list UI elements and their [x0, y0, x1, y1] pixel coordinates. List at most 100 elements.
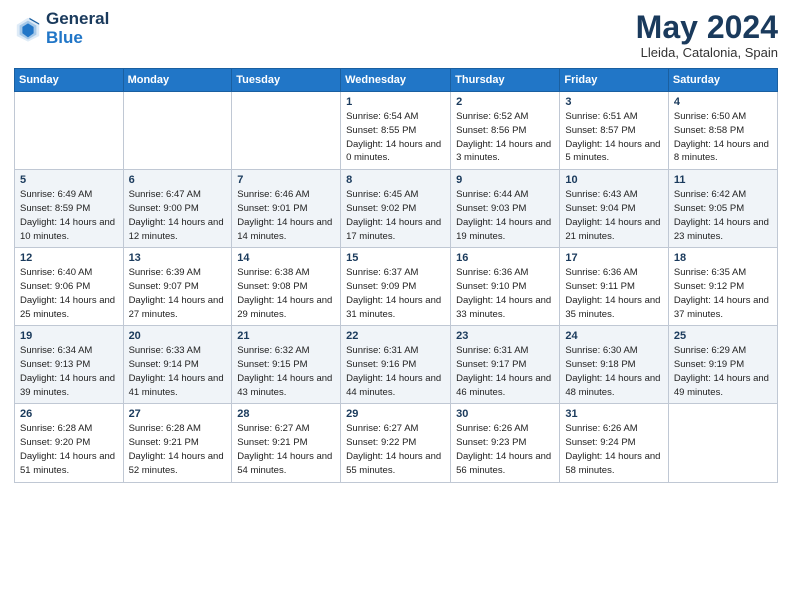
day-info: Sunrise: 6:35 AMSunset: 9:12 PMDaylight:… — [674, 266, 772, 321]
day-number: 20 — [129, 330, 227, 342]
calendar-cell: 8Sunrise: 6:45 AMSunset: 9:02 PMDaylight… — [341, 170, 451, 248]
day-header-friday: Friday — [560, 69, 669, 92]
calendar-cell: 22 Sunrise: 6:31 AMSunset: 9:16 PMDayligh… — [341, 326, 451, 404]
day-info: Sunrise: 6:46 AMSunset: 9:01 PMDaylight:… — [237, 188, 335, 243]
day-info: Sunrise: 6:27 AMSunset: 9:22 PMDaylight:… — [346, 422, 445, 477]
calendar-cell: 25Sunrise: 6:29 AMSunset: 9:19 PMDayligh… — [668, 326, 777, 404]
day-number: 16 — [456, 252, 554, 264]
day-number: 31 — [565, 408, 663, 420]
day-info: Sunrise: 6:54 AMSunset: 8:55 PMDaylight:… — [346, 110, 445, 165]
logo-icon — [14, 15, 42, 43]
day-info: Sunrise: 6:36 AMSunset: 9:10 PMDaylight:… — [456, 266, 554, 321]
calendar-week-row: 5 Sunrise: 6:49 AMSunset: 8:59 PMDaylight… — [15, 170, 778, 248]
day-info: Sunrise: 6:29 AMSunset: 9:19 PMDaylight:… — [674, 344, 772, 399]
day-info: Sunrise: 6:38 AMSunset: 9:08 PMDaylight:… — [237, 266, 335, 321]
day-number: 5 — [20, 174, 118, 186]
day-info: Sunrise: 6:31 AMSunset: 9:16 PMDaylight:… — [346, 344, 445, 399]
day-number: 8 — [346, 174, 445, 186]
day-number: 14 — [237, 252, 335, 264]
day-header-saturday: Saturday — [668, 69, 777, 92]
location: Lleida, Catalonia, Spain — [636, 45, 778, 60]
day-info: Sunrise: 6:49 AMSunset: 8:59 PMDaylight:… — [20, 188, 118, 243]
day-number: 6 — [129, 174, 227, 186]
calendar-cell — [668, 404, 777, 482]
day-info: Sunrise: 6:28 AMSunset: 9:20 PMDaylight:… — [20, 422, 118, 477]
day-info: Sunrise: 6:27 AMSunset: 9:21 PMDaylight:… — [237, 422, 335, 477]
day-header-tuesday: Tuesday — [232, 69, 341, 92]
day-info: Sunrise: 6:47 AMSunset: 9:00 PMDaylight:… — [129, 188, 227, 243]
day-number: 26 — [20, 408, 118, 420]
day-header-wednesday: Wednesday — [341, 69, 451, 92]
day-number: 3 — [565, 96, 663, 108]
day-number: 22 — [346, 330, 445, 342]
day-info: Sunrise: 6:42 AMSunset: 9:05 PMDaylight:… — [674, 188, 772, 243]
calendar-cell: 19Sunrise: 6:34 AMSunset: 9:13 PMDayligh… — [15, 326, 124, 404]
day-info: Sunrise: 6:43 AMSunset: 9:04 PMDaylight:… — [565, 188, 663, 243]
calendar-cell: 15 Sunrise: 6:37 AMSunset: 9:09 PMDayligh… — [341, 248, 451, 326]
day-info: Sunrise: 6:32 AMSunset: 9:15 PMDaylight:… — [237, 344, 335, 399]
day-info: Sunrise: 6:30 AMSunset: 9:18 PMDaylight:… — [565, 344, 663, 399]
month-title: May 2024 — [636, 10, 778, 45]
day-number: 1 — [346, 96, 445, 108]
day-number: 23 — [456, 330, 554, 342]
calendar-cell: 30 Sunrise: 6:26 AMSunset: 9:23 PMDayligh… — [451, 404, 560, 482]
calendar-cell: 13Sunrise: 6:39 AMSunset: 9:07 PMDayligh… — [123, 248, 232, 326]
calendar-cell — [15, 92, 124, 170]
title-area: May 2024 Lleida, Catalonia, Spain — [636, 10, 778, 60]
day-info: Sunrise: 6:31 AMSunset: 9:17 PMDaylight:… — [456, 344, 554, 399]
calendar-table: SundayMondayTuesdayWednesdayThursdayFrid… — [14, 68, 778, 482]
calendar-cell — [232, 92, 341, 170]
calendar-cell: 29 Sunrise: 6:27 AMSunset: 9:22 PMDayligh… — [341, 404, 451, 482]
calendar-week-row: 1 Sunrise: 6:54 AMSunset: 8:55 PMDaylight… — [15, 92, 778, 170]
day-info: Sunrise: 6:26 AMSunset: 9:23 PMDaylight:… — [456, 422, 554, 477]
day-number: 15 — [346, 252, 445, 264]
day-info: Sunrise: 6:51 AMSunset: 8:57 PMDaylight:… — [565, 110, 663, 165]
day-number: 7 — [237, 174, 335, 186]
calendar-cell: 21 Sunrise: 6:32 AMSunset: 9:15 PMDayligh… — [232, 326, 341, 404]
day-number: 11 — [674, 174, 772, 186]
day-info: Sunrise: 6:40 AMSunset: 9:06 PMDaylight:… — [20, 266, 118, 321]
day-number: 27 — [129, 408, 227, 420]
day-number: 4 — [674, 96, 772, 108]
calendar-week-row: 19Sunrise: 6:34 AMSunset: 9:13 PMDayligh… — [15, 326, 778, 404]
day-info: Sunrise: 6:34 AMSunset: 9:13 PMDaylight:… — [20, 344, 118, 399]
day-info: Sunrise: 6:39 AMSunset: 9:07 PMDaylight:… — [129, 266, 227, 321]
calendar-cell: 17Sunrise: 6:36 AMSunset: 9:11 PMDayligh… — [560, 248, 669, 326]
day-number: 18 — [674, 252, 772, 264]
calendar-cell: 24Sunrise: 6:30 AMSunset: 9:18 PMDayligh… — [560, 326, 669, 404]
day-number: 30 — [456, 408, 554, 420]
day-info: Sunrise: 6:37 AMSunset: 9:09 PMDaylight:… — [346, 266, 445, 321]
calendar-cell: 18 Sunrise: 6:35 AMSunset: 9:12 PMDayligh… — [668, 248, 777, 326]
calendar-week-row: 26 Sunrise: 6:28 AMSunset: 9:20 PMDayligh… — [15, 404, 778, 482]
calendar-cell: 14 Sunrise: 6:38 AMSunset: 9:08 PMDayligh… — [232, 248, 341, 326]
calendar-cell: 20 Sunrise: 6:33 AMSunset: 9:14 PMDayligh… — [123, 326, 232, 404]
calendar-cell: 31 Sunrise: 6:26 AMSunset: 9:24 PMDayligh… — [560, 404, 669, 482]
day-info: Sunrise: 6:33 AMSunset: 9:14 PMDaylight:… — [129, 344, 227, 399]
calendar-cell: 4 Sunrise: 6:50 AMSunset: 8:58 PMDaylight… — [668, 92, 777, 170]
day-number: 10 — [565, 174, 663, 186]
logo-text: General Blue — [46, 10, 109, 47]
calendar-cell: 7 Sunrise: 6:46 AMSunset: 9:01 PMDaylight… — [232, 170, 341, 248]
day-info: Sunrise: 6:26 AMSunset: 9:24 PMDaylight:… — [565, 422, 663, 477]
calendar-cell: 6 Sunrise: 6:47 AMSunset: 9:00 PMDaylight… — [123, 170, 232, 248]
calendar-cell: 3 Sunrise: 6:51 AMSunset: 8:57 PMDaylight… — [560, 92, 669, 170]
day-info: Sunrise: 6:50 AMSunset: 8:58 PMDaylight:… — [674, 110, 772, 165]
calendar-cell — [123, 92, 232, 170]
day-info: Sunrise: 6:44 AMSunset: 9:03 PMDaylight:… — [456, 188, 554, 243]
day-number: 17 — [565, 252, 663, 264]
calendar-cell: 5 Sunrise: 6:49 AMSunset: 8:59 PMDaylight… — [15, 170, 124, 248]
day-info: Sunrise: 6:28 AMSunset: 9:21 PMDaylight:… — [129, 422, 227, 477]
calendar-cell: 16 Sunrise: 6:36 AMSunset: 9:10 PMDayligh… — [451, 248, 560, 326]
day-header-monday: Monday — [123, 69, 232, 92]
calendar-week-row: 12Sunrise: 6:40 AMSunset: 9:06 PMDayligh… — [15, 248, 778, 326]
calendar-cell: 27 Sunrise: 6:28 AMSunset: 9:21 PMDayligh… — [123, 404, 232, 482]
calendar-cell: 12Sunrise: 6:40 AMSunset: 9:06 PMDayligh… — [15, 248, 124, 326]
logo: General Blue — [14, 10, 109, 47]
calendar-cell: 11 Sunrise: 6:42 AMSunset: 9:05 PMDayligh… — [668, 170, 777, 248]
calendar-cell: 23 Sunrise: 6:31 AMSunset: 9:17 PMDayligh… — [451, 326, 560, 404]
day-number: 9 — [456, 174, 554, 186]
day-number: 2 — [456, 96, 554, 108]
day-number: 29 — [346, 408, 445, 420]
day-number: 21 — [237, 330, 335, 342]
header: General Blue May 2024 Lleida, Catalonia,… — [14, 10, 778, 60]
